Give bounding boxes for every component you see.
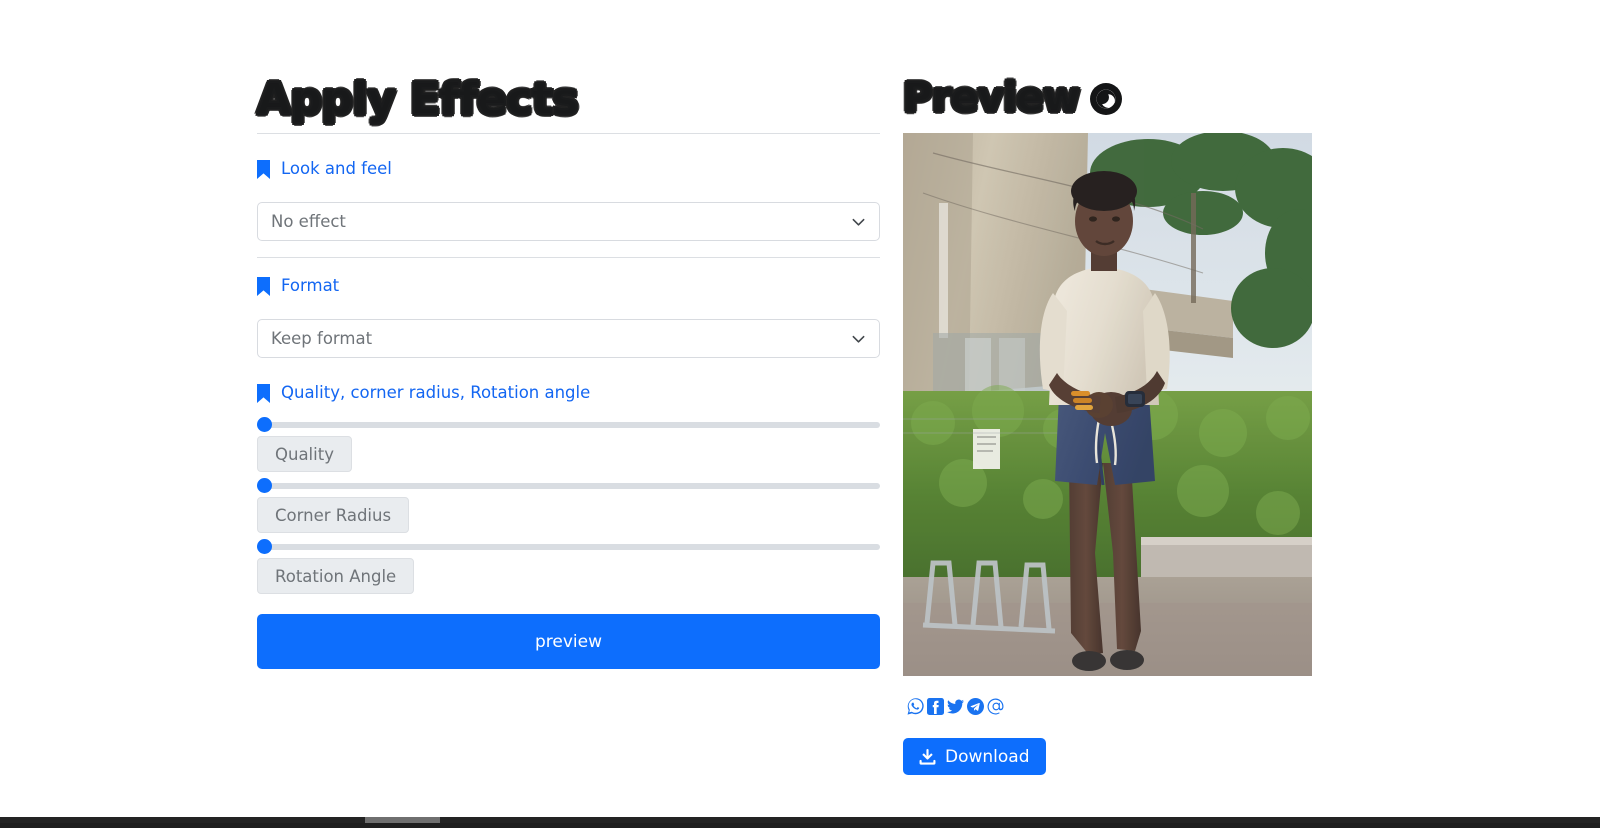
page-title: Apply Effects [256, 73, 580, 126]
twitter-share-icon[interactable] [947, 698, 964, 715]
format-label: Format [257, 275, 339, 297]
rotation-angle-button-label: Rotation Angle [275, 566, 397, 586]
rotation-angle-slider-thumb[interactable] [257, 539, 272, 554]
preview-photo [903, 133, 1312, 676]
app-page: Apply Effects Look and feel No effect Fo… [0, 0, 1600, 828]
whatsapp-share-icon[interactable] [907, 698, 924, 715]
section-divider-1 [257, 257, 880, 258]
download-button[interactable]: Download [903, 738, 1046, 775]
title-divider [257, 133, 880, 134]
corner-radius-slider[interactable] [257, 476, 880, 494]
bookmark-icon [257, 159, 270, 179]
telegram-share-icon[interactable] [967, 698, 984, 715]
chevron-down-icon [852, 218, 865, 226]
chevron-down-icon [852, 335, 865, 343]
preview-button[interactable]: preview [257, 614, 880, 669]
bookmark-icon [257, 383, 270, 403]
quality-button[interactable]: Quality [257, 436, 352, 472]
at-sign-icon [987, 698, 1004, 715]
rotation-angle-button[interactable]: Rotation Angle [257, 558, 415, 594]
bottom-chrome-bar [0, 817, 1600, 828]
quality-slider-thumb[interactable] [257, 417, 272, 432]
effect-select-value: No effect [271, 211, 346, 231]
corner-radius-button-label: Corner Radius [275, 505, 392, 525]
share-links [907, 698, 1004, 715]
bookmark-icon [257, 276, 270, 296]
corner-radius-slider-thumb[interactable] [257, 478, 272, 493]
rotation-angle-slider-track[interactable] [257, 544, 880, 550]
twitter-icon [947, 699, 964, 714]
quality-slider[interactable] [257, 415, 880, 433]
rotation-angle-slider[interactable] [257, 537, 880, 555]
corner-radius-button[interactable]: Corner Radius [257, 497, 410, 533]
telegram-icon [967, 698, 984, 715]
download-icon [919, 748, 936, 765]
facebook-share-icon[interactable] [927, 698, 944, 715]
format-select[interactable]: Keep format [257, 319, 880, 358]
effect-select[interactable]: No effect [257, 202, 880, 241]
eye-icon [1089, 83, 1122, 115]
facebook-icon [927, 698, 944, 715]
preview-image [903, 133, 1312, 676]
download-button-label: Download [945, 746, 1030, 767]
quality-section-label: Quality, corner radius, Rotation angle [257, 382, 590, 404]
quality-section-label-text: Quality, corner radius, Rotation angle [281, 383, 591, 402]
format-select-value: Keep format [271, 328, 373, 348]
preview-title-text: Preview [902, 74, 1081, 122]
corner-radius-slider-track[interactable] [257, 483, 880, 489]
quality-slider-track[interactable] [257, 422, 880, 428]
email-share-icon[interactable] [987, 698, 1004, 715]
quality-button-label: Quality [275, 444, 334, 464]
look-and-feel-label-text: Look and feel [281, 159, 392, 178]
preview-button-label: preview [534, 631, 602, 652]
preview-title: Preview [902, 73, 1123, 123]
chrome-segment-lower [0, 823, 1600, 828]
format-label-text: Format [281, 276, 340, 295]
whatsapp-icon [907, 698, 924, 715]
look-and-feel-label: Look and feel [257, 158, 392, 180]
